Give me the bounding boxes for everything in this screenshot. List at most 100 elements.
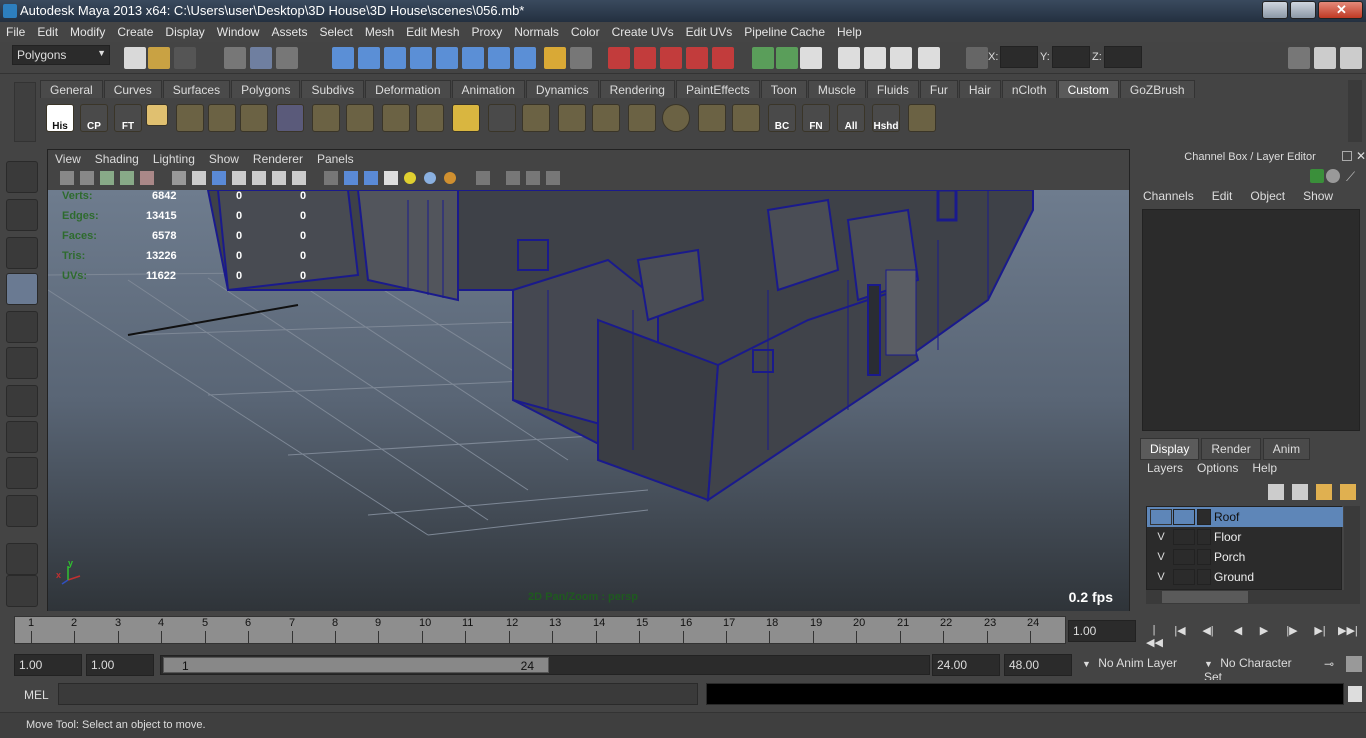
select-hierarchy-icon[interactable] xyxy=(224,47,246,69)
new-scene-icon[interactable] xyxy=(124,47,146,69)
mask-surfaces-icon[interactable] xyxy=(410,47,432,69)
mask-joints-icon[interactable] xyxy=(358,47,380,69)
new-layer-icon[interactable] xyxy=(1316,484,1332,500)
merge-vertices-icon[interactable] xyxy=(346,104,374,132)
go-to-end-icon[interactable]: ▶▶| xyxy=(1338,624,1358,638)
highlight-selection-icon[interactable] xyxy=(570,47,592,69)
menu-edit-mesh[interactable]: Edit Mesh xyxy=(400,25,465,39)
sculpt-icon[interactable] xyxy=(662,104,690,132)
cb-menu-channels[interactable]: Channels xyxy=(1134,189,1203,207)
end-time-field[interactable]: 48.00 xyxy=(1004,654,1072,676)
layer-visibility-toggle[interactable] xyxy=(1150,509,1172,525)
render-settings-icon[interactable] xyxy=(918,47,940,69)
duplicate-face-icon[interactable] xyxy=(628,104,656,132)
ipr-render-icon[interactable] xyxy=(890,47,912,69)
menu-normals[interactable]: Normals xyxy=(508,25,565,39)
menu-proxy[interactable]: Proxy xyxy=(466,25,509,39)
shelf-tab-muscle[interactable]: Muscle xyxy=(807,80,866,98)
channel-list[interactable] xyxy=(1142,209,1360,431)
channel-box-icon[interactable] xyxy=(1310,169,1324,183)
menu-display[interactable]: Display xyxy=(159,25,210,39)
tab-display[interactable]: Display xyxy=(1140,438,1200,460)
layer-list-scrollbar[interactable] xyxy=(1344,506,1360,590)
shelf-tab-hair[interactable]: Hair xyxy=(958,80,1001,98)
layer-row-floor[interactable]: V Floor xyxy=(1147,527,1343,547)
shelf-tab-subdivs[interactable]: Subdivs xyxy=(301,80,365,98)
fill-hole-icon[interactable] xyxy=(732,104,760,132)
attribute-toggle-icon[interactable] xyxy=(1326,169,1340,183)
combine-icon[interactable] xyxy=(558,104,586,132)
menu-create[interactable]: Create xyxy=(111,25,159,39)
close-panel-icon[interactable]: ✕ xyxy=(1356,149,1366,163)
shelf-tab-surfaces[interactable]: Surfaces xyxy=(162,80,231,98)
shelf-tab-toon[interactable]: Toon xyxy=(760,80,807,98)
shelf-tab-custom[interactable]: Custom xyxy=(1057,80,1119,98)
go-to-start-icon[interactable]: |◀◀ xyxy=(1146,624,1163,649)
transform-mode-icon[interactable] xyxy=(966,47,988,69)
mask-curves-icon[interactable] xyxy=(384,47,406,69)
soft-modification-icon[interactable] xyxy=(6,421,38,453)
menu-modify[interactable]: Modify xyxy=(64,25,111,39)
shelf-tab-fluids[interactable]: Fluids xyxy=(866,80,919,98)
poly-cube-icon[interactable] xyxy=(176,104,204,132)
shelf-tab-polygons[interactable]: Polygons xyxy=(231,80,301,98)
extrude-icon[interactable] xyxy=(208,104,236,132)
mask-rendering-icon[interactable] xyxy=(488,47,510,69)
new-layer-selected-icon[interactable] xyxy=(1340,484,1356,500)
shelf-menu-handle[interactable] xyxy=(14,82,36,142)
outliner-layout-icon[interactable] xyxy=(6,575,38,607)
shelf-tab-deformation[interactable]: Deformation xyxy=(365,80,451,98)
range-slider-track[interactable]: 1 24 xyxy=(160,655,930,675)
construction-history-icon[interactable] xyxy=(800,47,822,69)
menu-pipeline-cache[interactable]: Pipeline Cache xyxy=(738,25,831,39)
bridge-icon[interactable] xyxy=(240,104,268,132)
shelf-custom-icon[interactable] xyxy=(908,104,936,132)
append-polygon-icon[interactable] xyxy=(416,104,444,132)
select-tool-icon[interactable] xyxy=(6,161,38,193)
layer-color-swatch[interactable] xyxy=(1197,509,1211,525)
command-language-label[interactable]: MEL xyxy=(24,688,49,702)
split-polygon-icon[interactable] xyxy=(382,104,410,132)
auto-key-icon[interactable]: ⊸ xyxy=(1324,657,1334,671)
range-slider-handle[interactable]: 1 24 xyxy=(163,657,549,673)
shelf-tab-rendering[interactable]: Rendering xyxy=(599,80,675,98)
vp-menu-renderer[interactable]: Renderer xyxy=(246,152,310,166)
show-manipulator-icon[interactable] xyxy=(6,457,38,489)
lock-selection-icon[interactable] xyxy=(544,47,566,69)
shelf-tab-fur[interactable]: Fur xyxy=(919,80,958,98)
layer-type-toggle[interactable] xyxy=(1173,569,1195,585)
delete-edge-icon[interactable] xyxy=(522,104,550,132)
layer-row-roof[interactable]: Roof xyxy=(1147,507,1343,527)
tab-render[interactable]: Render xyxy=(1201,438,1261,460)
menu-window[interactable]: Window xyxy=(211,25,266,39)
mask-deformers-icon[interactable] xyxy=(436,47,458,69)
render-frame-icon[interactable] xyxy=(864,47,886,69)
lasso-tool-icon[interactable] xyxy=(6,199,38,231)
shelf-tab-general[interactable]: General xyxy=(40,80,103,98)
tool-settings-icon[interactable] xyxy=(1314,47,1336,69)
vp-menu-panels[interactable]: Panels xyxy=(310,152,361,166)
bevel-icon[interactable] xyxy=(312,104,340,132)
make-live-icon[interactable] xyxy=(712,47,734,69)
x-field[interactable] xyxy=(1000,46,1038,68)
select-component-icon[interactable] xyxy=(276,47,298,69)
insert-edge-loop-icon[interactable] xyxy=(276,104,304,132)
vp-menu-show[interactable]: Show xyxy=(202,152,246,166)
layer-type-toggle[interactable] xyxy=(1173,509,1195,525)
start-time-field[interactable]: 1.00 xyxy=(14,654,82,676)
input-ops-icon[interactable] xyxy=(752,47,774,69)
le-menu-help[interactable]: Help xyxy=(1245,461,1284,475)
select-object-icon[interactable] xyxy=(250,47,272,69)
tab-anim[interactable]: Anim xyxy=(1262,438,1311,460)
viewport-toolbar-icons[interactable] xyxy=(48,168,588,190)
le-menu-options[interactable]: Options xyxy=(1190,461,1245,475)
step-back-frame-icon[interactable]: ◀| xyxy=(1200,624,1216,638)
mask-misc-icon[interactable] xyxy=(514,47,536,69)
play-forwards-icon[interactable]: ▶ xyxy=(1256,624,1272,638)
save-scene-icon[interactable] xyxy=(174,47,196,69)
character-set-dropdown[interactable]: ▼ No Character Set xyxy=(1200,654,1316,684)
float-panel-icon[interactable] xyxy=(1342,151,1352,161)
current-frame-field[interactable]: 1.00 xyxy=(1068,620,1136,642)
layer-type-toggle[interactable] xyxy=(1173,549,1195,565)
menu-file[interactable]: File xyxy=(0,25,31,39)
